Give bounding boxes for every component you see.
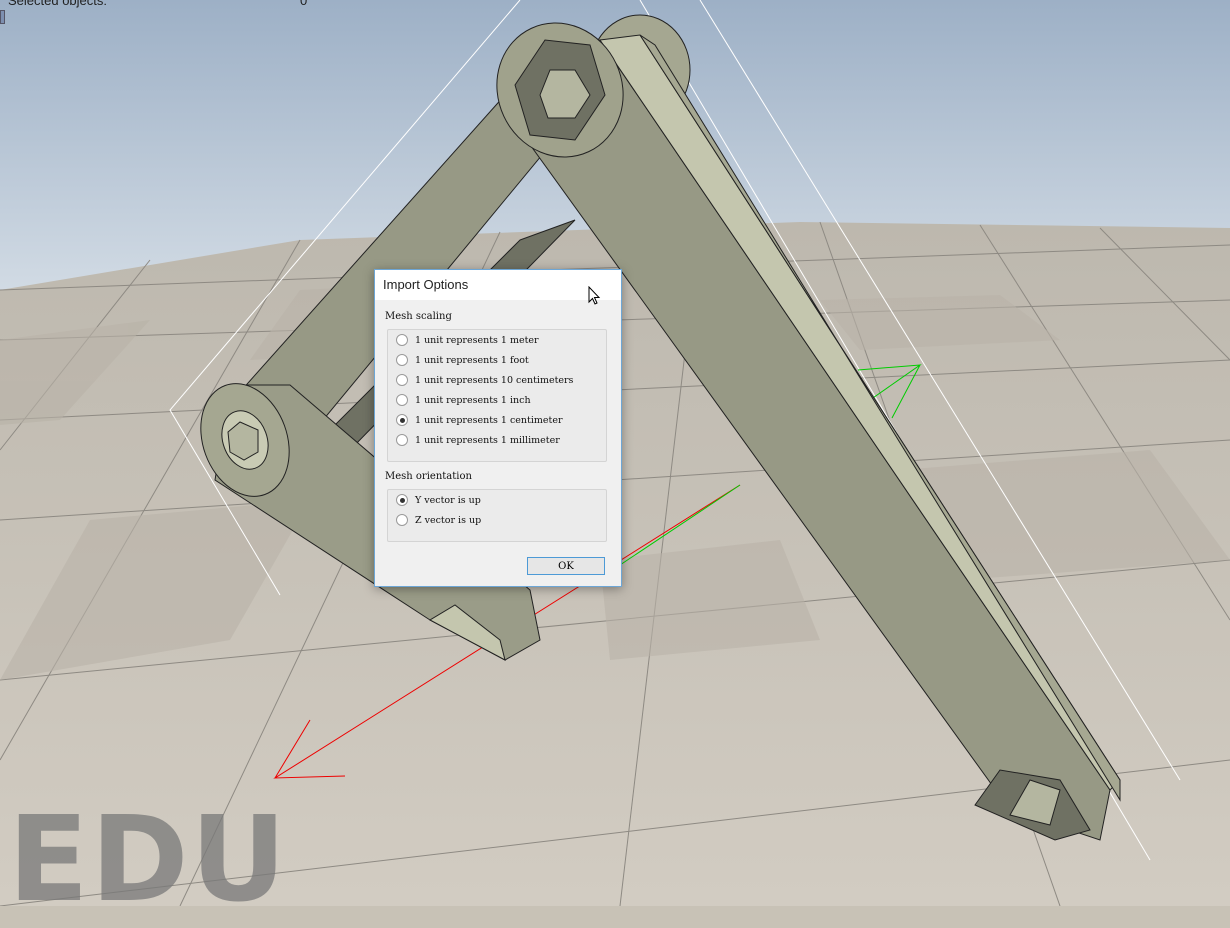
option-label: Z vector is up <box>415 514 482 526</box>
mesh-scaling-group: 1 unit represents 1 meter 1 unit represe… <box>387 329 607 462</box>
radio-icon[interactable] <box>396 334 408 346</box>
scaling-option-inch[interactable]: 1 unit represents 1 inch <box>396 390 531 410</box>
selected-objects-label: Selected objects: <box>8 0 108 8</box>
radio-icon[interactable] <box>396 354 408 366</box>
radio-icon[interactable] <box>396 514 408 526</box>
option-label: 1 unit represents 1 foot <box>415 354 529 366</box>
option-label: 1 unit represents 1 centimeter <box>415 414 563 426</box>
radio-icon[interactable] <box>396 394 408 406</box>
mesh-scaling-label: Mesh scaling <box>385 311 452 322</box>
mesh-orientation-label: Mesh orientation <box>385 471 472 482</box>
import-options-dialog: Import Options Mesh scaling 1 unit repre… <box>374 269 622 587</box>
orientation-option-y-up[interactable]: Y vector is up <box>396 490 481 510</box>
scaling-option-foot[interactable]: 1 unit represents 1 foot <box>396 350 529 370</box>
edu-watermark: EDU <box>8 790 289 928</box>
ok-button[interactable]: OK <box>527 557 605 575</box>
orientation-option-z-up[interactable]: Z vector is up <box>396 510 481 530</box>
dialog-title: Import Options <box>375 270 621 300</box>
mouse-cursor-icon <box>588 286 601 305</box>
option-label: 1 unit represents 1 meter <box>415 334 539 346</box>
option-label: 1 unit represents 1 inch <box>415 394 531 406</box>
option-label: 1 unit represents 10 centimeters <box>415 374 574 386</box>
radio-icon[interactable] <box>396 374 408 386</box>
radio-selected-icon[interactable] <box>396 414 408 426</box>
scaling-option-10cm[interactable]: 1 unit represents 10 centimeters <box>396 370 573 390</box>
radio-icon[interactable] <box>396 434 408 446</box>
option-label: 1 unit represents 1 millimeter <box>415 434 560 446</box>
selected-objects-value: 0 <box>300 0 308 8</box>
option-label: Y vector is up <box>415 494 481 506</box>
mesh-orientation-group: Y vector is up Z vector is up <box>387 489 607 542</box>
radio-selected-icon[interactable] <box>396 494 408 506</box>
panel-handle[interactable] <box>0 10 5 24</box>
scaling-option-centimeter[interactable]: 1 unit represents 1 centimeter <box>396 410 563 430</box>
scaling-option-meter[interactable]: 1 unit represents 1 meter <box>396 330 539 350</box>
scaling-option-millimeter[interactable]: 1 unit represents 1 millimeter <box>396 430 560 450</box>
